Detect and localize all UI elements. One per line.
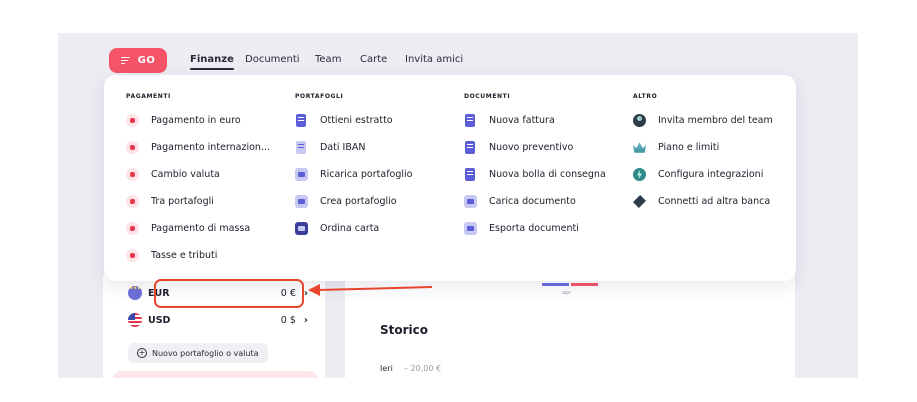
chart-month-label: apr: [562, 290, 572, 296]
expense-bar: [571, 283, 598, 286]
card-icon: [295, 222, 308, 235]
menu-item-cambio-valuta[interactable]: Cambio valuta: [126, 161, 270, 188]
highlight-box: [154, 279, 304, 308]
wallet-row-usd[interactable]: USD 0 $ ›: [128, 312, 308, 328]
column-title: DOCUMENTI: [464, 93, 511, 100]
eu-flag-icon: [128, 286, 142, 300]
menu-item-label: Pagamento di massa: [151, 223, 251, 234]
quote-icon: [465, 141, 475, 154]
menu-item-ordina-carta[interactable]: Ordina carta: [295, 215, 412, 242]
crown-icon: [633, 142, 646, 153]
menu-item-ricarica-portafoglio[interactable]: Ricarica portafoglio: [295, 161, 412, 188]
create-wallet-icon: [295, 195, 308, 208]
plug-icon: [633, 195, 646, 208]
menu-item-carica-documento[interactable]: Carica documento: [464, 188, 606, 215]
currency-exchange-icon: [126, 168, 139, 181]
menu-item-label: Cambio valuta: [151, 169, 220, 180]
euro-payment-icon: [126, 114, 139, 127]
finanze-dropdown-menu: PAGAMENTI Pagamento in euro Pagamento in…: [104, 75, 796, 308]
top-up-wallet-icon: [295, 168, 308, 181]
delivery-note-icon: [465, 168, 475, 181]
menu-item-label: Carica documento: [489, 196, 576, 207]
tab-team[interactable]: Team: [315, 54, 341, 65]
chevron-right-icon: ›: [303, 314, 308, 326]
tab-documenti[interactable]: Documenti: [245, 54, 300, 65]
column-title: PORTAFOGLI: [295, 93, 344, 100]
menu-item-label: Ordina carta: [320, 223, 380, 234]
us-flag-icon: [128, 313, 142, 327]
invite-member-icon: [633, 114, 646, 127]
new-wallet-label: Nuovo portafoglio o valuta: [152, 348, 259, 358]
column-portafogli: PORTAFOGLI Ottieni estratto Dati IBAN Ri…: [295, 93, 412, 242]
column-documenti: DOCUMENTI Nuova fattura Nuovo preventivo…: [464, 93, 606, 242]
tab-carte[interactable]: Carte: [360, 54, 387, 65]
bulk-payment-icon: [126, 222, 139, 235]
menu-item-label: Nuova fattura: [489, 115, 555, 126]
tab-finanze[interactable]: Finanze: [190, 54, 234, 70]
menu-item-nuova-bolla[interactable]: Nuova bolla di consegna: [464, 161, 606, 188]
export-documents-icon: [464, 222, 477, 235]
iban-details-icon: [296, 141, 306, 154]
menu-item-tasse-tributi[interactable]: Tasse e tributi: [126, 242, 270, 269]
income-bar: [542, 283, 569, 286]
menu-item-label: Crea portafoglio: [320, 196, 397, 207]
transfer-wallets-icon: [126, 195, 139, 208]
international-payment-icon: [126, 141, 139, 154]
menu-item-label: Pagamento internazion...: [151, 142, 270, 153]
menu-item-label: Configura integrazioni: [658, 169, 764, 180]
menu-item-connetti-banca[interactable]: Connetti ad altra banca: [633, 188, 773, 215]
menu-item-label: Pagamento in euro: [151, 115, 241, 126]
menu-item-label: Ottieni estratto: [320, 115, 393, 126]
column-title: PAGAMENTI: [126, 93, 171, 100]
menu-item-esporta-documenti[interactable]: Esporta documenti: [464, 215, 606, 242]
menu-item-pagamento-euro[interactable]: Pagamento in euro: [126, 107, 270, 134]
menu-item-label: Esporta documenti: [489, 223, 579, 234]
go-label: GO: [137, 55, 156, 66]
menu-item-dati-iban[interactable]: Dati IBAN: [295, 134, 412, 161]
menu-item-pagamento-internazionale[interactable]: Pagamento internazion...: [126, 134, 270, 161]
menu-item-label: Connetti ad altra banca: [658, 196, 771, 207]
menu-item-label: Tasse e tributi: [151, 250, 218, 261]
invoice-icon: [465, 114, 475, 127]
statement-icon: [296, 114, 306, 127]
column-title: ALTRO: [633, 93, 658, 100]
menu-item-nuovo-preventivo[interactable]: Nuovo preventivo: [464, 134, 606, 161]
menu-item-tra-portafogli[interactable]: Tra portafogli: [126, 188, 270, 215]
app-window: GO Finanze Documenti Team Carte Invita a…: [58, 33, 858, 378]
column-altro: ALTRO Invita membro del team Piano e lim…: [633, 93, 773, 215]
menu-item-label: Ricarica portafoglio: [320, 169, 413, 180]
menu-item-label: Nuovo preventivo: [489, 142, 574, 153]
menu-item-label: Invita membro del team: [658, 115, 773, 126]
tab-invita-amici[interactable]: Invita amici: [405, 54, 463, 65]
plus-icon: +: [137, 348, 147, 358]
annotation-arrow-icon: [308, 284, 433, 296]
menu-item-pagamento-massa[interactable]: Pagamento di massa: [126, 215, 270, 242]
wallet-amount: 0 $: [280, 314, 296, 326]
menu-item-crea-portafoglio[interactable]: Crea portafoglio: [295, 188, 412, 215]
history-title: Storico: [380, 323, 429, 337]
upload-document-icon: [464, 195, 477, 208]
menu-item-invita-membro[interactable]: Invita membro del team: [633, 107, 773, 134]
column-pagamenti: PAGAMENTI Pagamento in euro Pagamento in…: [126, 93, 270, 269]
menu-item-configura-integrazioni[interactable]: Configura integrazioni: [633, 161, 773, 188]
menu-item-label: Dati IBAN: [320, 142, 366, 153]
wallet-code: USD: [148, 314, 171, 326]
menu-item-label: Nuova bolla di consegna: [489, 169, 606, 180]
new-wallet-button[interactable]: + Nuovo portafoglio o valuta: [128, 343, 268, 363]
menu-item-piano-limiti[interactable]: Piano e limiti: [633, 134, 773, 161]
menu-item-label: Tra portafogli: [151, 196, 214, 207]
menu-item-nuova-fattura[interactable]: Nuova fattura: [464, 107, 606, 134]
menu-lines-icon: [120, 55, 130, 65]
promo-strip: [113, 371, 318, 378]
menu-item-ottieni-estratto[interactable]: Ottieni estratto: [295, 107, 412, 134]
go-menu-button[interactable]: GO: [109, 48, 167, 73]
history-amount: – 20,00 €: [404, 364, 442, 373]
tax-icon: [126, 249, 139, 262]
bolt-icon: [633, 168, 646, 181]
history-day: Ieri: [380, 364, 393, 373]
menu-item-label: Piano e limiti: [658, 142, 720, 153]
screenshot-root: GO Finanze Documenti Team Carte Invita a…: [0, 0, 917, 402]
